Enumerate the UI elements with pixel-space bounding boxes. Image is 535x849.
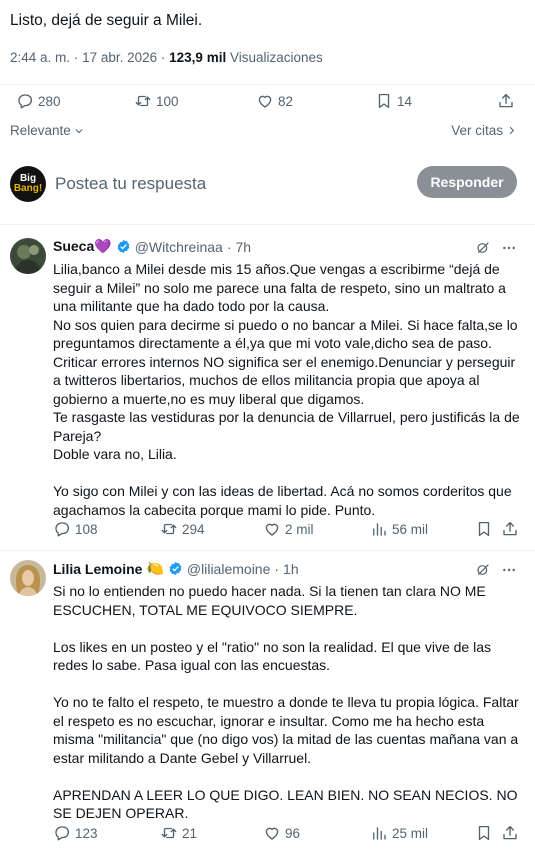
avatar[interactable]: Big Bang! bbox=[10, 166, 46, 202]
heart-icon bbox=[265, 523, 279, 536]
grok-icon[interactable] bbox=[475, 562, 491, 578]
repost-count: 100 bbox=[156, 93, 179, 109]
tweet-text: Listo, dejá de seguir a Milei. bbox=[10, 12, 203, 29]
reply-text: Si no lo entienden no puedo hacer nada. … bbox=[53, 583, 519, 821]
like-count: 96 bbox=[285, 825, 301, 841]
bookmark-icon bbox=[478, 521, 490, 537]
repost-icon bbox=[161, 827, 177, 839]
bookmark-button[interactable] bbox=[475, 824, 493, 842]
repost-icon bbox=[135, 95, 151, 107]
bookmark-button[interactable]: 14 bbox=[375, 92, 412, 110]
more-icon[interactable] bbox=[501, 240, 517, 256]
reply-button[interactable]: 108 bbox=[53, 520, 98, 538]
reply-icon bbox=[55, 826, 70, 841]
tweet-meta: 2:44 a. m. · 17 abr. 2026 · 123,9 mil Vi… bbox=[10, 50, 323, 65]
share-icon bbox=[499, 93, 513, 108]
views-button[interactable]: 25 mil bbox=[370, 824, 428, 842]
grok-icon[interactable] bbox=[475, 240, 491, 256]
divider bbox=[0, 224, 535, 225]
views-count: 123,9 mil bbox=[169, 50, 227, 65]
tweet-date[interactable]: 17 abr. 2026 bbox=[82, 50, 157, 65]
tweet-time[interactable]: 2:44 a. m. bbox=[10, 50, 70, 65]
share-button[interactable] bbox=[501, 520, 519, 538]
like-count: 82 bbox=[278, 93, 294, 109]
repost-count: 294 bbox=[182, 521, 205, 537]
reply-actions: 108 294 2 mil 56 mil bbox=[0, 520, 535, 544]
share-button[interactable] bbox=[497, 92, 515, 110]
reply-tweet[interactable]: Lilia Lemoine 🍋 @lilialemoine · 1h Si no… bbox=[0, 556, 535, 849]
handle[interactable]: @lilialemoine bbox=[187, 561, 270, 577]
repost-button[interactable]: 100 bbox=[134, 92, 179, 110]
views-icon bbox=[373, 827, 386, 840]
share-icon bbox=[503, 521, 517, 536]
bookmark-icon bbox=[478, 825, 490, 841]
sort-relevant-dropdown[interactable]: Relevante bbox=[10, 123, 85, 138]
reply-input[interactable]: Postea tu respuesta bbox=[55, 174, 206, 194]
chevron-right-icon bbox=[509, 126, 515, 135]
reply-count: 280 bbox=[38, 93, 61, 109]
tweet-actions: 280 100 82 14 bbox=[0, 92, 535, 116]
like-button[interactable]: 2 mil bbox=[263, 520, 314, 538]
see-quotes-link[interactable]: Ver citas bbox=[451, 123, 517, 138]
bookmark-icon bbox=[378, 93, 390, 109]
reply-header: Lilia Lemoine 🍋 @lilialemoine · 1h bbox=[53, 560, 299, 577]
verified-badge-icon bbox=[117, 239, 130, 254]
avatar[interactable] bbox=[10, 238, 46, 274]
reply-actions: 123 21 96 25 mil bbox=[0, 824, 535, 848]
timestamp[interactable]: 7h bbox=[236, 239, 252, 255]
timestamp[interactable]: 1h bbox=[283, 561, 299, 577]
chevron-down-icon bbox=[75, 128, 83, 133]
like-button[interactable]: 82 bbox=[256, 92, 293, 110]
bookmark-button[interactable] bbox=[475, 520, 493, 538]
reply-header: Sueca💜 @Witchreinaa · 7h bbox=[53, 238, 252, 255]
reply-tweet[interactable]: Sueca💜 @Witchreinaa · 7h Lilia,banco a M… bbox=[0, 232, 535, 550]
like-button[interactable]: 96 bbox=[263, 824, 300, 842]
reply-icon bbox=[18, 94, 33, 109]
heart-icon bbox=[265, 827, 279, 840]
share-button[interactable] bbox=[501, 824, 519, 842]
see-quotes-label: Ver citas bbox=[451, 123, 503, 138]
submit-reply-button[interactable]: Responder bbox=[417, 166, 517, 198]
bookmark-count: 14 bbox=[397, 93, 413, 109]
repost-icon bbox=[161, 523, 177, 535]
views-button[interactable]: 56 mil bbox=[370, 520, 428, 538]
reply-button[interactable]: 123 bbox=[53, 824, 98, 842]
lemon-emoji: 🍋 bbox=[146, 560, 164, 576]
repost-button[interactable]: 294 bbox=[160, 520, 205, 538]
verified-badge-icon bbox=[169, 561, 182, 576]
reply-count: 123 bbox=[75, 825, 98, 841]
share-icon bbox=[503, 825, 517, 840]
views-label: Visualizaciones bbox=[229, 50, 323, 65]
views-count: 25 mil bbox=[392, 825, 429, 841]
divider bbox=[0, 550, 535, 551]
views-count: 56 mil bbox=[392, 521, 429, 537]
avatar[interactable] bbox=[10, 560, 46, 596]
more-icon[interactable] bbox=[501, 562, 517, 578]
sort-label: Relevante bbox=[10, 123, 71, 138]
divider bbox=[0, 84, 535, 85]
heart-icon bbox=[258, 95, 272, 108]
repost-count: 21 bbox=[182, 825, 198, 841]
reply-text: Lilia,banco a Milei desde mis 15 años.Qu… bbox=[53, 261, 520, 518]
like-count: 2 mil bbox=[285, 521, 314, 537]
views-icon bbox=[373, 523, 386, 536]
compose-reply: Big Bang! Postea tu respuesta Responder bbox=[0, 158, 535, 210]
repost-button[interactable]: 21 bbox=[160, 824, 197, 842]
reply-count: 108 bbox=[75, 521, 98, 537]
display-name[interactable]: Sueca💜 bbox=[53, 238, 112, 255]
display-name[interactable]: Lilia Lemoine bbox=[53, 561, 142, 577]
handle[interactable]: @Witchreinaa bbox=[135, 239, 223, 255]
reply-icon bbox=[55, 522, 70, 537]
reply-button[interactable]: 280 bbox=[16, 92, 61, 110]
